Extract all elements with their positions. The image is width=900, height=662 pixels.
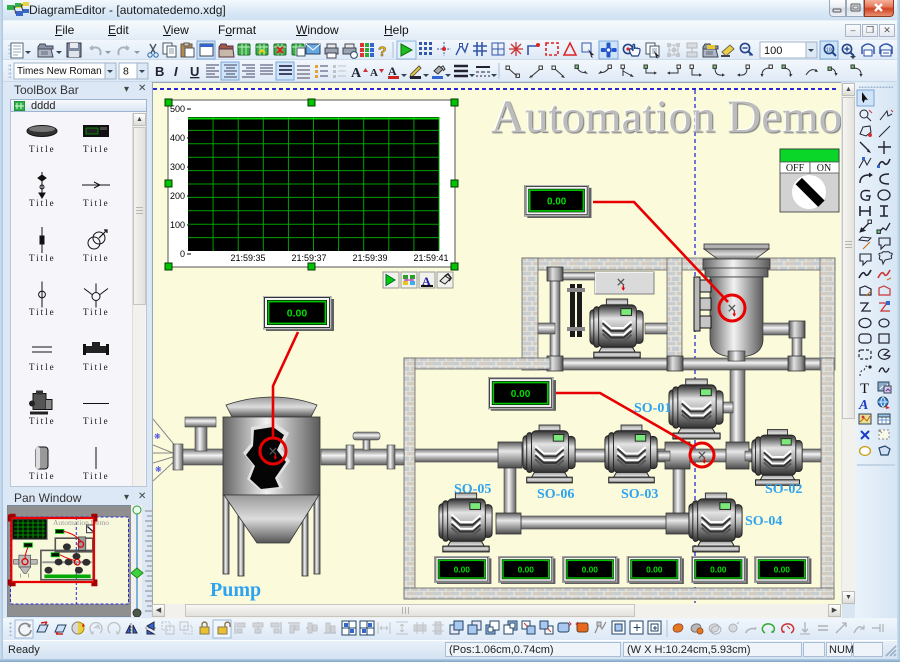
svg-text:100: 100 [826,48,835,54]
svg-text:A: A [351,66,362,81]
svg-text:Title: Title [83,416,110,426]
svg-text:Title: Title [83,471,110,481]
svg-text:21:59:39: 21:59:39 [352,253,387,263]
svg-text:I: I [174,64,178,79]
svg-text:Times New Roman: Times New Roman [17,66,102,77]
svg-text:100: 100 [170,220,185,230]
svg-text:T: T [860,381,869,397]
svg-text:100: 100 [764,45,782,57]
svg-text:0: 0 [180,249,185,259]
svg-text:Title: Title [29,253,56,263]
svg-text:Title: Title [29,198,56,208]
svg-text:Title: Title [29,362,56,372]
svg-text:400: 400 [170,133,185,143]
svg-text:Title: Title [83,198,110,208]
svg-text:Title: Title [29,416,56,426]
svg-text:21:59:35: 21:59:35 [230,253,265,263]
svg-text:8: 8 [123,66,129,78]
svg-text:Automation Demo: Automation Demo [491,91,841,143]
svg-text:OFF: OFF [786,163,805,174]
svg-text:?: ? [378,43,387,59]
svg-text:21:59:37: 21:59:37 [291,253,326,263]
svg-text:Title: Title [29,471,56,481]
svg-text:SO-01: SO-01 [634,401,671,416]
svg-text:Title: Title [83,253,110,263]
svg-text:SO-03: SO-03 [621,487,658,502]
svg-text:Title: Title [29,144,56,154]
svg-text:Pump: Pump [210,579,261,601]
svg-text:SO-02: SO-02 [765,482,802,497]
svg-text:B: B [155,64,164,79]
svg-text:A: A [388,64,397,78]
svg-text:U: U [190,64,199,79]
svg-text:SO-06: SO-06 [537,487,574,502]
svg-text:200: 200 [170,191,185,201]
svg-text:SO-05: SO-05 [454,482,491,497]
svg-text:Automation Demo: Automation Demo [53,518,109,527]
svg-text:300: 300 [170,162,185,172]
svg-text:A: A [370,67,378,79]
svg-text:Title: Title [83,307,110,317]
svg-text:A: A [858,398,868,413]
svg-text:Title: Title [83,362,110,372]
svg-text:Title: Title [83,144,110,154]
svg-text:21:59:41: 21:59:41 [413,253,448,263]
svg-text:SO-04: SO-04 [745,514,782,529]
svg-text:Title: Title [29,307,56,317]
svg-text:❋: ❋ [155,465,162,474]
svg-text:❋: ❋ [154,432,161,441]
svg-text:ON: ON [817,163,831,174]
